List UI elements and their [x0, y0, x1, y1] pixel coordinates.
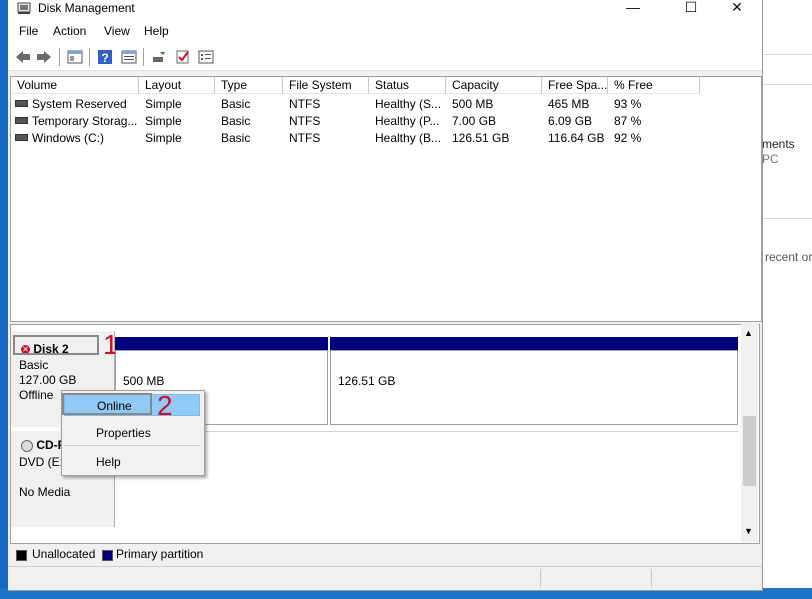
drive-icon: [15, 134, 28, 142]
desktop-background: [0, 0, 8, 590]
annotation-number-2: 2: [157, 390, 173, 421]
cd-icon: [21, 439, 33, 452]
cell-free-space: 116.64 GB: [548, 131, 605, 145]
cell-type: Basic: [221, 97, 251, 111]
cell-status: Healthy (S...: [375, 97, 442, 111]
status-bar: [8, 566, 762, 589]
column-header-file-system[interactable]: File System: [283, 77, 369, 94]
minimize-button[interactable]: —: [610, 0, 656, 16]
disk-2-type: Basic: [19, 358, 49, 372]
window-title: Disk Management: [38, 1, 135, 15]
cell-free-space: 6.09 GB: [548, 114, 593, 128]
cell-free-space: 465 MB: [548, 97, 590, 111]
cell-status: Healthy (P...: [375, 114, 440, 128]
cell-layout: Simple: [145, 97, 182, 111]
context-menu-properties[interactable]: Properties: [64, 422, 200, 444]
cell-layout: Simple: [145, 131, 182, 145]
cell-status: Healthy (B...: [375, 131, 442, 145]
column-header-percent-free[interactable]: % Free: [608, 77, 700, 94]
cell-capacity: 7.00 GB: [452, 114, 497, 128]
volume-list: Volume Layout Type File System Status Ca…: [10, 76, 762, 322]
cell-file-system: NTFS: [289, 97, 321, 111]
scroll-down-icon[interactable]: ▼: [744, 526, 753, 536]
context-menu-help[interactable]: Help: [64, 451, 200, 473]
background-text: PC: [762, 152, 779, 166]
menu-file[interactable]: File: [19, 24, 38, 38]
close-button[interactable]: ✕: [714, 0, 760, 16]
background-text: recent or: [765, 250, 812, 264]
cell-type: Basic: [221, 131, 251, 145]
check-icon[interactable]: [174, 48, 192, 66]
disk-management-app-icon: [17, 2, 31, 14]
column-header-type[interactable]: Type: [215, 77, 283, 94]
partition-header: [115, 337, 328, 350]
legend-label-unallocated: Unallocated: [32, 547, 96, 561]
cell-capacity: 126.51 GB: [452, 131, 510, 145]
help-icon[interactable]: ?: [96, 48, 114, 66]
cell-percent-free: 93 %: [614, 97, 642, 111]
disk-pane-scrollbar[interactable]: ▲ ▼: [741, 324, 758, 542]
partition-size: 126.51 GB: [338, 374, 396, 388]
back-icon[interactable]: [14, 48, 32, 66]
background-window: ments PC recent or: [762, 0, 812, 599]
drive-icon: [15, 117, 28, 125]
table-row[interactable]: Temporary Storag... Simple Basic NTFS He…: [11, 113, 711, 130]
svg-text:?: ?: [101, 51, 108, 65]
cdrom-area: [115, 431, 739, 528]
legend-swatch-unallocated: [16, 550, 27, 561]
scroll-up-icon[interactable]: ▲: [744, 328, 753, 338]
toolbar-separator: [143, 48, 144, 66]
legend-swatch-primary: [102, 550, 113, 561]
scroll-thumb[interactable]: [743, 416, 756, 486]
column-header-status[interactable]: Status: [369, 77, 446, 94]
legend-label-primary: Primary partition: [116, 547, 204, 561]
toolbar-separator: [89, 48, 90, 66]
column-header-layout[interactable]: Layout: [139, 77, 215, 94]
menu-help[interactable]: Help: [144, 24, 169, 38]
console-tree-icon[interactable]: [66, 48, 84, 66]
cell-capacity: 500 MB: [452, 97, 494, 111]
context-menu-separator: [64, 445, 200, 446]
properties-icon[interactable]: [120, 48, 138, 66]
status-divider: [651, 569, 652, 587]
annotation-highlight-online: [62, 393, 152, 415]
cell-volume: Temporary Storag...: [15, 113, 139, 130]
annotation-highlight-disk: [13, 335, 99, 355]
column-header-free-space[interactable]: Free Spa...: [542, 77, 608, 94]
drive-icon: [15, 100, 28, 108]
cell-file-system: NTFS: [289, 114, 321, 128]
partition-126gb[interactable]: 126.51 GB: [330, 350, 738, 425]
cell-volume: System Reserved: [15, 96, 139, 113]
maximize-button[interactable]: ☐: [668, 0, 714, 16]
disk-2-state: Offline: [19, 388, 54, 402]
status-divider: [540, 569, 541, 587]
cell-type: Basic: [221, 114, 251, 128]
cell-layout: Simple: [145, 114, 182, 128]
cell-percent-free: 92 %: [614, 131, 642, 145]
list-icon[interactable]: [197, 48, 215, 66]
column-header-volume[interactable]: Volume: [11, 77, 139, 94]
disk-2-size: 127.00 GB: [19, 373, 77, 387]
cdrom-state: No Media: [19, 485, 71, 499]
partition-size: 500 MB: [123, 374, 165, 388]
menu-bar: File Action View Help: [8, 20, 762, 44]
legend: Unallocated Primary partition: [10, 545, 760, 563]
cell-volume: Windows (C:): [15, 130, 139, 147]
toolbar: ?: [8, 44, 762, 71]
title-bar[interactable]: Disk Management — ☐ ✕: [8, 0, 762, 20]
cdrom-type: DVD (E:): [19, 455, 67, 469]
rescan-icon[interactable]: [150, 48, 168, 66]
background-text: ments: [762, 137, 795, 151]
partition-header: [330, 337, 738, 350]
cell-percent-free: 87 %: [614, 114, 642, 128]
menu-view[interactable]: View: [104, 24, 130, 38]
menu-action[interactable]: Action: [53, 24, 86, 38]
table-row[interactable]: System Reserved Simple Basic NTFS Health…: [11, 96, 711, 113]
cell-file-system: NTFS: [289, 131, 321, 145]
forward-icon[interactable]: [35, 48, 53, 66]
column-header-capacity[interactable]: Capacity: [446, 77, 542, 94]
disk-management-window: Disk Management — ☐ ✕ File Action View H…: [8, 0, 763, 591]
toolbar-separator: [59, 48, 60, 66]
table-row[interactable]: Windows (C:) Simple Basic NTFS Healthy (…: [11, 130, 711, 147]
